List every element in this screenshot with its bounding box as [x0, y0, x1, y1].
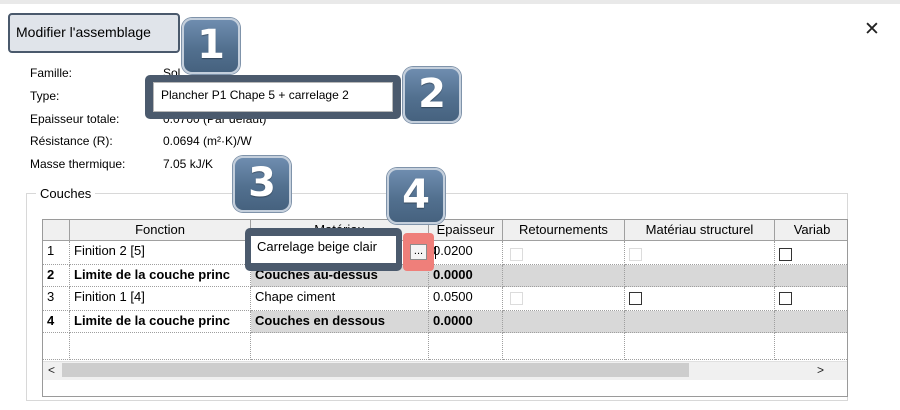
row-number: 2: [43, 265, 70, 287]
epaisseur-cell[interactable]: [429, 333, 503, 360]
structurel-cell: [625, 333, 775, 360]
type-highlight: Plancher P1 Chape 5 + carrelage 2: [145, 75, 401, 119]
structurel-cell: [625, 241, 775, 265]
chevron-left-icon[interactable]: <: [48, 361, 55, 379]
masse-thermique-label: Masse thermique:: [30, 157, 126, 171]
variable-checkbox[interactable]: [779, 248, 792, 261]
row-number: 1: [43, 241, 70, 265]
variable-cell: [775, 311, 847, 333]
fonction-cell[interactable]: Finition 2 [5]: [70, 241, 251, 265]
epaisseur-totale-label: Epaisseur totale:: [30, 112, 120, 126]
text-cursor: [435, 246, 436, 259]
materiau-cell[interactable]: [251, 333, 429, 360]
callout-badge-4: 4: [387, 168, 445, 224]
retournements-checkbox: [510, 248, 523, 261]
structurel-cell: [625, 265, 775, 287]
masse-thermique-value: 7.05 kJ/K: [163, 157, 214, 171]
dialog-title: Modifier l'assemblage: [16, 24, 151, 40]
header-corner: [43, 220, 70, 241]
fonction-cell[interactable]: [70, 333, 251, 360]
row-number: 3: [43, 287, 70, 311]
resistance-value: 0.0694 (m²·K)/W: [163, 134, 252, 148]
scrollbar-thumb[interactable]: [62, 363, 689, 377]
structurel-checkbox: [629, 248, 642, 261]
epaisseur-cell: 0.0000: [429, 265, 503, 287]
structurel-cell: [625, 311, 775, 333]
retournements-cell: [503, 333, 625, 360]
structurel-checkbox[interactable]: [629, 292, 642, 305]
variable-cell: [775, 333, 847, 360]
fonction-cell[interactable]: Finition 1 [4]: [70, 287, 251, 311]
epaisseur-cell[interactable]: 0.0500: [429, 287, 503, 311]
famille-label: Famille:: [30, 66, 73, 80]
col-header-fonction[interactable]: Fonction: [70, 220, 251, 241]
retournements-cell: [503, 265, 625, 287]
structurel-cell: [625, 287, 775, 311]
variable-checkbox[interactable]: [779, 292, 792, 305]
col-header-retournements[interactable]: Retournements: [503, 220, 625, 241]
epaisseur-cell[interactable]: 0.0200: [429, 241, 503, 265]
type-value[interactable]: Plancher P1 Chape 5 + carrelage 2: [153, 82, 393, 112]
type-label: Type:: [30, 89, 60, 103]
col-header-materiau-structurel[interactable]: Matériau structurel: [625, 220, 775, 241]
chevron-right-icon[interactable]: >: [817, 361, 824, 379]
variable-cell: [775, 265, 847, 287]
retournements-checkbox: [510, 292, 523, 305]
materiau-cell[interactable]: Chape ciment: [251, 287, 429, 311]
materiau-highlight: Carrelage beige clair: [245, 228, 402, 271]
fonction-cell: Limite de la couche princ: [70, 265, 251, 287]
row-number: 4: [43, 311, 70, 333]
fonction-cell: Limite de la couche princ: [70, 311, 251, 333]
col-header-variable[interactable]: Variab: [775, 220, 847, 241]
row-number: [43, 333, 70, 360]
materiau-input[interactable]: Carrelage beige clair: [251, 236, 396, 263]
col-header-epaisseur[interactable]: Epaisseur: [429, 220, 503, 241]
couches-label: Couches: [36, 186, 96, 201]
callout-badge-2: 2: [403, 67, 461, 123]
retournements-cell: [503, 311, 625, 333]
browse-material-button[interactable]: ...: [410, 244, 427, 260]
resistance-label: Résistance (R):: [30, 134, 113, 148]
top-border: [0, 0, 900, 4]
close-icon[interactable]: ✕: [864, 20, 880, 40]
callout-badge-3: 3: [233, 156, 291, 212]
materiau-cell: Couches en dessous: [251, 311, 429, 333]
callout-badge-1: 1: [182, 18, 240, 74]
epaisseur-cell: 0.0000: [429, 311, 503, 333]
